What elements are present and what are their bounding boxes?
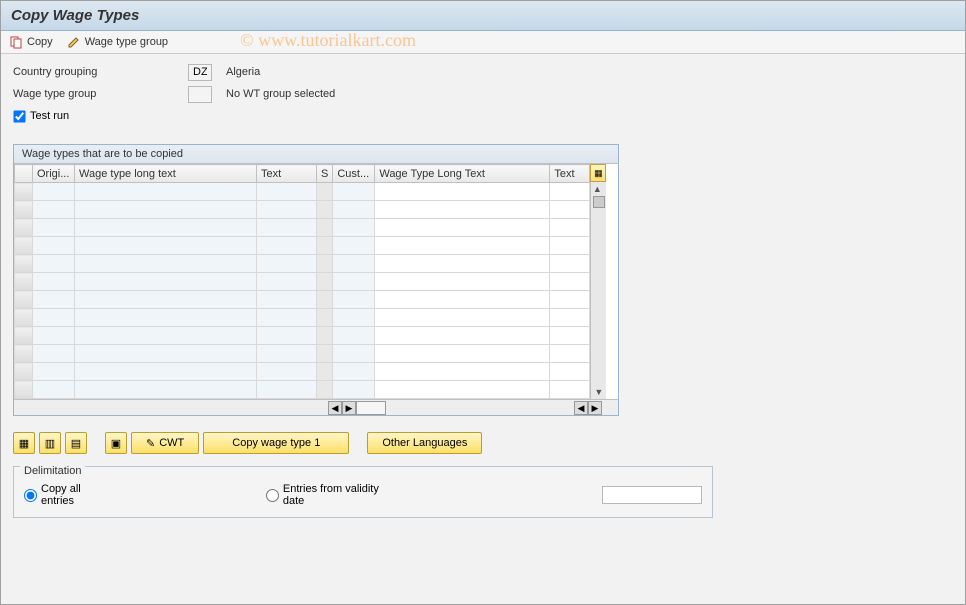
copy-button-label: Copy [27,36,53,48]
scroll-thumb[interactable] [593,196,605,208]
sort-icon: ▤ [71,437,81,450]
country-grouping-label: Country grouping [13,66,188,78]
table-row[interactable] [15,237,590,255]
entries-from-radio[interactable]: Entries from validity date [266,483,396,507]
test-run-checkbox[interactable] [13,110,25,122]
scroll-right-2-icon[interactable]: ▶ [588,401,602,415]
entries-from-label: Entries from validity date [283,483,396,507]
cwt-button-label: CWT [159,437,184,449]
col-text-2[interactable]: Text [550,165,590,183]
copy-wage-type-1-button[interactable]: Copy wage type 1 [203,432,349,454]
col-text-1[interactable]: Text [257,165,317,183]
country-grouping-input[interactable] [188,64,212,81]
scroll-track-1[interactable] [356,401,386,415]
copy-button[interactable]: Copy [9,35,53,49]
country-grouping-desc: Algeria [226,66,260,78]
table-row[interactable] [15,273,590,291]
table-row[interactable] [15,363,590,381]
vertical-scrollbar[interactable]: ▲ ▼ [590,182,606,399]
col-origi[interactable]: Origi... [33,165,75,183]
col-wage-type-long-text-2[interactable]: Wage Type Long Text [375,165,550,183]
edit-icon: ✎ [146,437,155,450]
table-row[interactable] [15,327,590,345]
table-row[interactable] [15,183,590,201]
scroll-left-1-icon[interactable]: ◀ [328,401,342,415]
wage-type-group-button[interactable]: Wage type group [67,35,168,49]
scroll-right-1-icon[interactable]: ▶ [342,401,356,415]
copy-wage-type-1-label: Copy wage type 1 [232,437,320,449]
grid-table: Origi... Wage type long text Text S Cust… [14,164,590,399]
copy-all-entries-radio[interactable]: Copy all entries [24,483,112,507]
table-row[interactable] [15,201,590,219]
copy-icon [9,35,23,49]
wage-type-group-input[interactable] [188,86,212,103]
table-row[interactable] [15,309,590,327]
page-title: Copy Wage Types [11,7,955,24]
delimitation-legend: Delimitation [20,465,85,477]
title-bar: Copy Wage Types [1,1,965,31]
copy-all-radio-input[interactable] [24,489,37,502]
table-row[interactable] [15,255,590,273]
configure-columns-icon[interactable]: ▦ [590,164,606,182]
scroll-down-icon[interactable]: ▼ [594,387,603,397]
app-toolbar: Copy Wage type group [1,31,965,54]
wage-type-group-desc: No WT group selected [226,88,335,100]
row-selector-header[interactable] [15,165,33,183]
delimitation-group: Delimitation Copy all entries Entries fr… [13,466,713,518]
grid-title: Wage types that are to be copied [14,145,618,164]
table-row[interactable] [15,381,590,399]
copy-all-label: Copy all entries [41,483,112,507]
table-row[interactable] [15,291,590,309]
other-languages-label: Other Languages [382,437,467,449]
horizontal-scrollbar: ◀ ▶ ◀ ▶ [14,399,618,415]
col-cust[interactable]: Cust... [333,165,375,183]
other-languages-button[interactable]: Other Languages [367,432,482,454]
wage-type-group-label: Wage type group [85,36,168,48]
wage-type-group-field-label: Wage type group [13,88,188,100]
delete-icon: ▣ [111,437,121,450]
pencil-icon [67,35,81,49]
delete-button[interactable]: ▣ [105,432,127,454]
table-row[interactable] [15,219,590,237]
cwt-button[interactable]: ✎ CWT [131,432,199,454]
table-row[interactable] [15,345,590,363]
select-all-button[interactable]: ▦ [13,432,35,454]
entries-from-radio-input[interactable] [266,489,279,502]
select-all-icon: ▦ [19,437,29,450]
scroll-up-icon[interactable]: ▲ [593,184,605,194]
action-button-row: ▦ ▥ ▤ ▣ ✎ CWT Copy wage type 1 Other Lan… [1,426,965,460]
col-s[interactable]: S [317,165,333,183]
grid-body [15,183,590,399]
col-wage-type-long-text-1[interactable]: Wage type long text [75,165,257,183]
validity-date-input[interactable] [602,486,702,504]
sort-button[interactable]: ▤ [65,432,87,454]
test-run-label: Test run [30,110,69,122]
form-area: Country grouping Algeria Wage type group… [1,54,965,134]
deselect-all-button[interactable]: ▥ [39,432,61,454]
scroll-left-2-icon[interactable]: ◀ [574,401,588,415]
wage-types-grid: Wage types that are to be copied Origi..… [13,144,619,416]
deselect-icon: ▥ [45,437,55,450]
